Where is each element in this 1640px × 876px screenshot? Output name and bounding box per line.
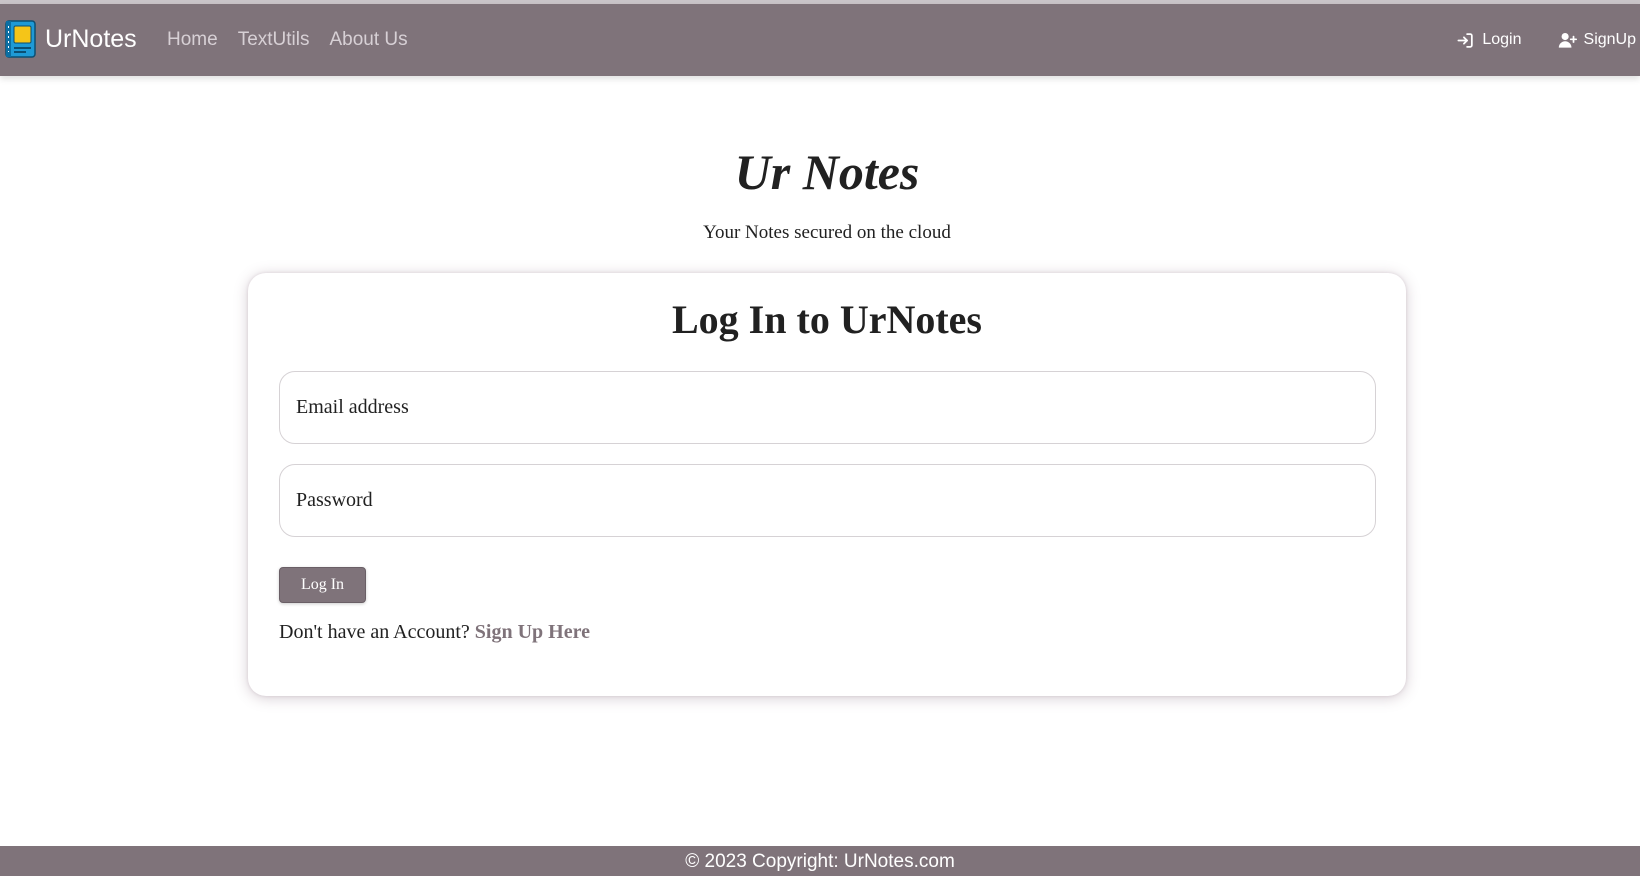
brand-link[interactable]: UrNotes [5, 20, 137, 58]
signup-nav-label: SignUp [1583, 31, 1636, 48]
signup-link[interactable]: Sign Up Here [475, 621, 590, 643]
page-subtitle: Your Notes secured on the cloud [703, 222, 951, 243]
nav-link-home[interactable]: Home [167, 4, 218, 76]
user-plus-icon [1558, 32, 1577, 48]
login-card: Log In to UrNotes Log In Don't have an A… [248, 273, 1406, 696]
notebook-icon [5, 20, 36, 58]
login-arrow-icon [1457, 32, 1474, 48]
password-field[interactable] [279, 464, 1376, 537]
login-nav-label: Login [1482, 31, 1522, 48]
footer: © 2023 Copyright: UrNotes.com [0, 846, 1640, 876]
nav-links: Home TextUtils About Us [167, 4, 428, 76]
nav-auth-actions: Login SignUp [1420, 4, 1636, 76]
brand-name: UrNotes [45, 25, 137, 53]
nav-link-about-us[interactable]: About Us [329, 4, 407, 76]
nav-link-textutils[interactable]: TextUtils [238, 4, 310, 76]
signup-prompt-text: Don't have an Account? [279, 621, 470, 643]
signup-prompt: Don't have an Account? Sign Up Here [279, 618, 590, 646]
email-field[interactable] [279, 371, 1376, 444]
navbar: UrNotes Home TextUtils About Us Login Si… [0, 4, 1640, 76]
login-submit-button[interactable]: Log In [279, 567, 366, 603]
login-nav-button[interactable]: Login [1456, 31, 1522, 50]
login-card-title: Log In to UrNotes [672, 297, 982, 342]
copyright-text: © 2023 Copyright: UrNotes.com [685, 851, 955, 872]
signup-nav-button[interactable]: SignUp [1558, 31, 1636, 50]
page-title: Ur Notes [734, 144, 920, 200]
